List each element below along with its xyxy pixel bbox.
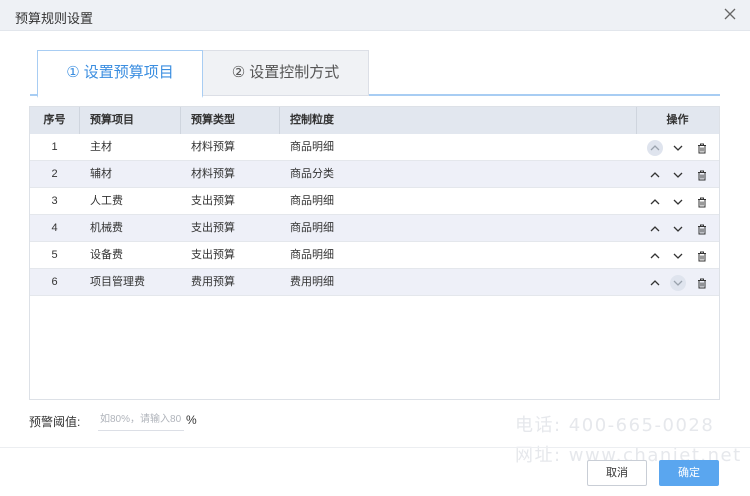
tab-bar: ① 设置预算项目 ② 设置控制方式 bbox=[30, 50, 720, 98]
chevron-down-icon[interactable] bbox=[670, 275, 686, 291]
chevron-down-icon[interactable] bbox=[670, 167, 686, 183]
row-control: 费用明细 bbox=[290, 276, 334, 288]
table-row: 1 主材 材料预算 商品明细 bbox=[30, 134, 719, 161]
column-divider bbox=[180, 107, 181, 134]
row-no: 4 bbox=[51, 222, 58, 234]
row-no: 1 bbox=[51, 141, 58, 153]
row-control: 商品明细 bbox=[290, 222, 334, 234]
trash-icon[interactable] bbox=[694, 140, 710, 156]
threshold-label: 预警阈值: bbox=[29, 415, 81, 429]
dialog-title: 预算规则设置 bbox=[15, 11, 94, 26]
row-type: 支出预算 bbox=[191, 195, 235, 207]
chevron-up-icon[interactable] bbox=[647, 140, 663, 156]
row-control: 商品分类 bbox=[290, 168, 334, 180]
table-header: 序号 预算项目 预算类型 控制粒度 操作 bbox=[30, 107, 719, 134]
trash-icon[interactable] bbox=[694, 167, 710, 183]
threshold-input[interactable] bbox=[98, 409, 184, 431]
row-no: 2 bbox=[51, 168, 58, 180]
header-control: 控制粒度 bbox=[290, 114, 334, 126]
row-type: 支出预算 bbox=[191, 249, 235, 261]
table-row: 6 项目管理费 费用预算 费用明细 bbox=[30, 269, 719, 296]
row-control: 商品明细 bbox=[290, 195, 334, 207]
dialog-titlebar: 预算规则设置 bbox=[0, 0, 750, 31]
chevron-up-icon[interactable] bbox=[647, 167, 663, 183]
budget-items-table: 序号 预算项目 预算类型 控制粒度 操作 1 主材 材料预算 商品明细 2 辅材… bbox=[29, 106, 720, 400]
confirm-button[interactable]: 确定 bbox=[659, 460, 719, 486]
column-divider bbox=[79, 107, 80, 134]
header-item: 预算项目 bbox=[90, 114, 134, 126]
chevron-down-icon[interactable] bbox=[670, 140, 686, 156]
chevron-up-icon[interactable] bbox=[647, 275, 663, 291]
chevron-up-icon[interactable] bbox=[647, 194, 663, 210]
table-row: 3 人工费 支出预算 商品明细 bbox=[30, 188, 719, 215]
row-item: 辅材 bbox=[90, 168, 112, 180]
row-item: 设备费 bbox=[90, 249, 123, 261]
table-row: 2 辅材 材料预算 商品分类 bbox=[30, 161, 719, 188]
tab-set-control-method[interactable]: ② 设置控制方式 bbox=[203, 50, 369, 96]
trash-icon[interactable] bbox=[694, 221, 710, 237]
tab-set-budget-items[interactable]: ① 设置预算项目 bbox=[37, 50, 203, 98]
table-row: 4 机械费 支出预算 商品明细 bbox=[30, 215, 719, 242]
percent-unit: % bbox=[186, 413, 197, 427]
trash-icon[interactable] bbox=[694, 248, 710, 264]
row-control: 商品明细 bbox=[290, 249, 334, 261]
row-no: 6 bbox=[51, 276, 58, 288]
table-row: 5 设备费 支出预算 商品明细 bbox=[30, 242, 719, 269]
chevron-up-icon[interactable] bbox=[647, 248, 663, 264]
row-item: 主材 bbox=[90, 141, 112, 153]
row-type: 材料预算 bbox=[191, 141, 235, 153]
header-ops: 操作 bbox=[666, 114, 689, 126]
chevron-down-icon[interactable] bbox=[670, 194, 686, 210]
footer-divider bbox=[0, 447, 750, 448]
trash-icon[interactable] bbox=[694, 275, 710, 291]
row-item: 机械费 bbox=[90, 222, 123, 234]
row-control: 商品明细 bbox=[290, 141, 334, 153]
row-item: 项目管理费 bbox=[90, 276, 145, 288]
row-type: 费用预算 bbox=[191, 276, 235, 288]
row-type: 材料预算 bbox=[191, 168, 235, 180]
cancel-button[interactable]: 取消 bbox=[587, 460, 647, 486]
row-type: 支出预算 bbox=[191, 222, 235, 234]
row-no: 5 bbox=[51, 249, 58, 261]
close-icon[interactable] bbox=[724, 8, 736, 20]
chevron-up-icon[interactable] bbox=[647, 221, 663, 237]
watermark-phone: 电话: 400-665-0028 bbox=[515, 415, 715, 436]
row-no: 3 bbox=[51, 195, 58, 207]
chevron-down-icon[interactable] bbox=[670, 248, 686, 264]
chevron-down-icon[interactable] bbox=[670, 221, 686, 237]
trash-icon[interactable] bbox=[694, 194, 710, 210]
header-type: 预算类型 bbox=[191, 114, 235, 126]
header-no: 序号 bbox=[43, 114, 66, 126]
row-item: 人工费 bbox=[90, 195, 123, 207]
column-divider bbox=[279, 107, 280, 134]
